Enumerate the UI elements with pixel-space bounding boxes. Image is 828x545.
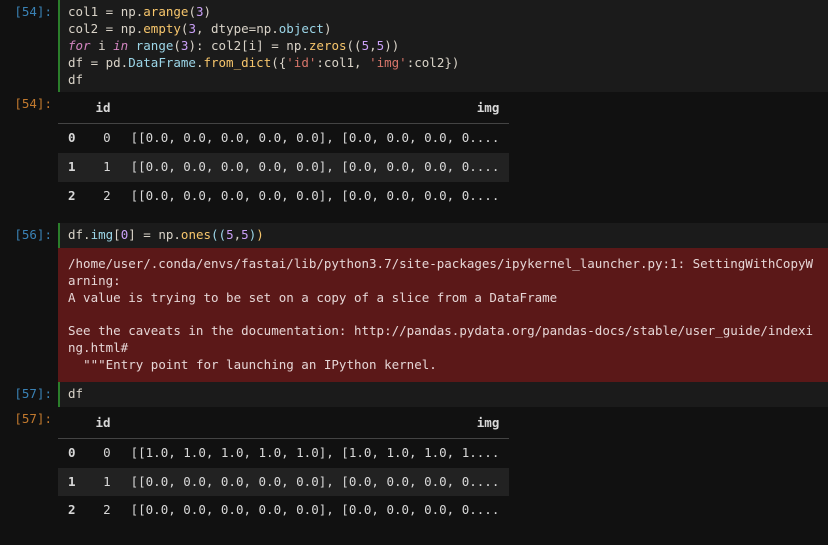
df-img: [[1.0, 1.0, 1.0, 1.0, 1.0], [1.0, 1.0, 1…	[121, 438, 510, 467]
warn-line: /home/user/.conda/envs/fastai/lib/python…	[68, 256, 813, 288]
df-img: [[0.0, 0.0, 0.0, 0.0, 0.0], [0.0, 0.0, 0…	[121, 496, 510, 525]
output-prompt-57: [57]:	[0, 407, 58, 534]
df-img: [[0.0, 0.0, 0.0, 0.0, 0.0], [0.0, 0.0, 0…	[121, 124, 510, 153]
df-img: [[0.0, 0.0, 0.0, 0.0, 0.0], [0.0, 0.0, 0…	[121, 153, 510, 182]
output-cell-57: [57]: id img 0 0 [[1.0, 1.0, 1.0, 1.0, 1…	[0, 407, 828, 534]
dataframe-table-57: id img 0 0 [[1.0, 1.0, 1.0, 1.0, 1.0], […	[58, 409, 509, 526]
code-cell-56-input: [56]: df.img[0] = np.ones((5,5))	[0, 223, 828, 248]
output-prompt-56-blank	[0, 248, 58, 382]
code-cell-54-input: [54]: col1 = np.arange(3) col2 = np.empt…	[0, 0, 828, 92]
dataframe-output-57: id img 0 0 [[1.0, 1.0, 1.0, 1.0, 1.0], […	[58, 407, 828, 534]
code-editor-57[interactable]: df	[58, 382, 828, 407]
dataframe-table-54: id img 0 0 [[0.0, 0.0, 0.0, 0.0, 0.0], […	[58, 94, 509, 211]
dataframe-output-54: id img 0 0 [[0.0, 0.0, 0.0, 0.0, 0.0], […	[58, 92, 828, 219]
warn-line: See the caveats in the documentation: ht…	[68, 323, 813, 355]
table-row: 0 0 [[0.0, 0.0, 0.0, 0.0, 0.0], [0.0, 0.…	[58, 124, 509, 153]
df-id: 2	[86, 496, 121, 525]
df-index: 0	[58, 438, 86, 467]
code-editor-56[interactable]: df.img[0] = np.ones((5,5))	[58, 223, 828, 248]
table-row: 1 1 [[0.0, 0.0, 0.0, 0.0, 0.0], [0.0, 0.…	[58, 468, 509, 497]
df-index: 1	[58, 468, 86, 497]
table-row: 2 2 [[0.0, 0.0, 0.0, 0.0, 0.0], [0.0, 0.…	[58, 182, 509, 211]
input-prompt-54: [54]:	[0, 0, 58, 92]
df-index: 1	[58, 153, 86, 182]
code-editor-54[interactable]: col1 = np.arange(3) col2 = np.empty(3, d…	[58, 0, 828, 92]
df-header-index	[58, 409, 86, 438]
table-row: 2 2 [[0.0, 0.0, 0.0, 0.0, 0.0], [0.0, 0.…	[58, 496, 509, 525]
input-prompt-56: [56]:	[0, 223, 58, 248]
df-index: 2	[58, 496, 86, 525]
df-id: 1	[86, 153, 121, 182]
output-prompt-54: [54]:	[0, 92, 58, 219]
warn-line: A value is trying to be set on a copy of…	[68, 290, 557, 305]
warning-output-56: /home/user/.conda/envs/fastai/lib/python…	[58, 248, 828, 382]
table-row: 1 1 [[0.0, 0.0, 0.0, 0.0, 0.0], [0.0, 0.…	[58, 153, 509, 182]
df-id: 0	[86, 124, 121, 153]
df-header-img: img	[121, 409, 510, 438]
df-header-index	[58, 94, 86, 123]
output-cell-54: [54]: id img 0 0 [[0.0, 0.0, 0.0, 0.0, 0…	[0, 92, 828, 219]
df-index: 0	[58, 124, 86, 153]
df-id: 2	[86, 182, 121, 211]
code-cell-57-input: [57]: df	[0, 382, 828, 407]
df-index: 2	[58, 182, 86, 211]
df-id: 1	[86, 468, 121, 497]
output-cell-56: /home/user/.conda/envs/fastai/lib/python…	[0, 248, 828, 382]
df-img: [[0.0, 0.0, 0.0, 0.0, 0.0], [0.0, 0.0, 0…	[121, 468, 510, 497]
df-id: 0	[86, 438, 121, 467]
df-img: [[0.0, 0.0, 0.0, 0.0, 0.0], [0.0, 0.0, 0…	[121, 182, 510, 211]
table-row: 0 0 [[1.0, 1.0, 1.0, 1.0, 1.0], [1.0, 1.…	[58, 438, 509, 467]
df-header-id: id	[86, 94, 121, 123]
input-prompt-57: [57]:	[0, 382, 58, 407]
warn-line: """Entry point for launching an IPython …	[68, 357, 437, 372]
df-header-id: id	[86, 409, 121, 438]
df-header-img: img	[121, 94, 510, 123]
